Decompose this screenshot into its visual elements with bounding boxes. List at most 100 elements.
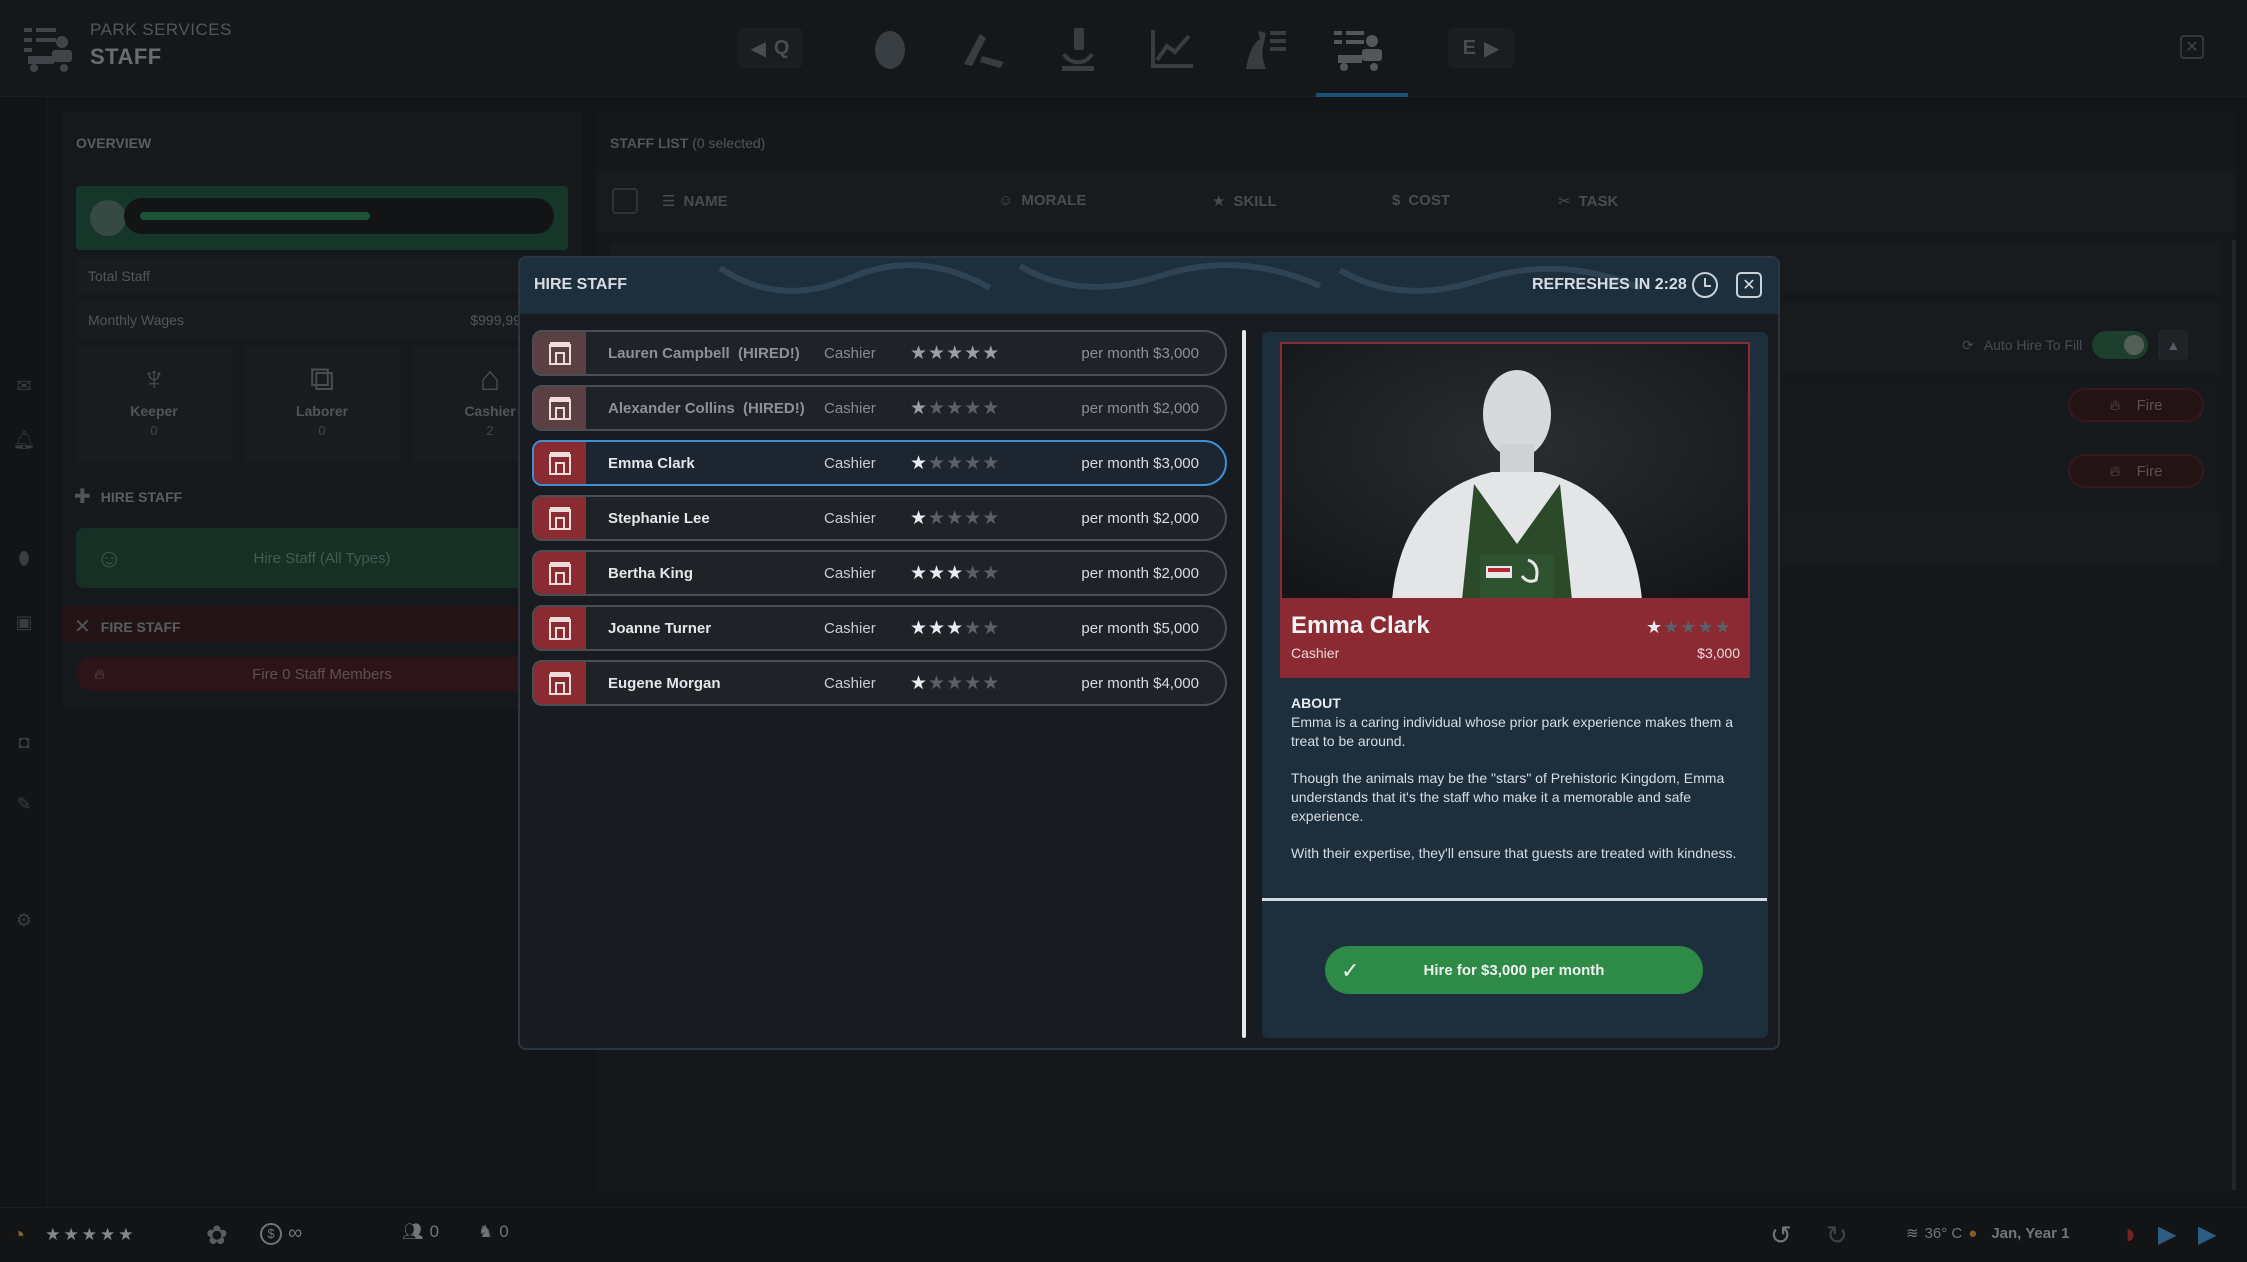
star-icon: ★ xyxy=(910,342,929,364)
candidate-name: Joanne Turner xyxy=(608,619,712,637)
about-section: ABOUT Emma is a caring individual whose … xyxy=(1291,694,1737,881)
candidate-role: Cashier xyxy=(824,344,876,362)
candidate-name: Alexander Collins (HIRED!) xyxy=(608,399,805,417)
candidate-role: Cashier xyxy=(824,619,876,637)
star-icon: ★ xyxy=(946,672,965,694)
star-icon: ★ xyxy=(928,452,947,474)
star-icon: ★ xyxy=(964,617,983,639)
candidate-role: Cashier xyxy=(824,564,876,582)
star-icon: ★ xyxy=(964,507,983,529)
star-icon: ★ xyxy=(946,617,965,639)
star-icon: ★ xyxy=(928,507,947,529)
star-icon: ★ xyxy=(910,397,929,419)
detail-divider xyxy=(1262,898,1767,901)
candidate-role: Cashier xyxy=(824,674,876,692)
cashier-icon xyxy=(534,607,586,649)
star-icon: ★ xyxy=(1714,617,1732,637)
candidate-skill-stars: ★★★★★ xyxy=(910,672,1074,695)
candidate-row[interactable]: Joanne Turner Cashier ★★★★★ per month $5,00… xyxy=(532,605,1227,651)
cashier-icon xyxy=(534,552,586,594)
candidate-name: Lauren Campbell (HIRED!) xyxy=(608,344,800,362)
cashier-icon xyxy=(534,442,586,484)
candidate-name: Emma Clark xyxy=(1291,612,1430,639)
candidate-skill-stars: ★★★★★ xyxy=(910,562,1074,585)
hire-button[interactable]: ✓ Hire for $3,000 per month xyxy=(1325,946,1703,994)
candidate-name: Eugene Morgan xyxy=(608,674,721,692)
refresh-timer: REFRESHES IN 2:28 xyxy=(1532,276,1687,293)
candidate-row[interactable]: Eugene Morgan Cashier ★★★★★ per month $4,00… xyxy=(532,660,1227,706)
candidate-price: per month $4,000 xyxy=(1081,674,1199,692)
candidate-price: per month $2,000 xyxy=(1081,564,1199,582)
star-icon: ★ xyxy=(982,507,1001,529)
star-icon: ★ xyxy=(910,452,929,474)
star-icon: ★ xyxy=(928,617,947,639)
star-icon: ★ xyxy=(964,562,983,584)
star-icon: ★ xyxy=(928,562,947,584)
star-icon: ★ xyxy=(946,342,965,364)
star-icon: ★ xyxy=(964,342,983,364)
candidate-role: Cashier xyxy=(824,454,876,472)
star-icon: ★ xyxy=(910,507,929,529)
clock-icon xyxy=(1692,272,1718,298)
star-icon: ★ xyxy=(910,672,929,694)
star-icon: ★ xyxy=(928,342,947,364)
candidate-row[interactable]: Alexander Collins (HIRED!) Cashier ★★★★★ pe… xyxy=(532,385,1227,431)
candidate-skill-stars: ★★★★★ xyxy=(910,617,1074,640)
candidate-name: Emma Clark xyxy=(608,454,695,472)
candidate-skill-stars: ★★★★★ xyxy=(910,397,1074,420)
candidate-role: Cashier xyxy=(824,399,876,417)
candidate-row[interactable]: Bertha King Cashier ★★★★★ per month $2,000 xyxy=(532,550,1227,596)
about-paragraph: Emma is a caring individual whose prior … xyxy=(1291,714,1733,749)
candidate-role: Cashier xyxy=(1291,645,1340,661)
candidate-role: Cashier xyxy=(824,509,876,527)
candidate-row[interactable]: Emma Clark Cashier ★★★★★ per month $3,000 xyxy=(532,440,1227,486)
candidate-row[interactable]: Stephanie Lee Cashier ★★★★★ per month $2,00… xyxy=(532,495,1227,541)
check-icon: ✓ xyxy=(1341,958,1360,983)
star-icon: ★ xyxy=(964,397,983,419)
candidate-skill-stars: ★★★★★ xyxy=(910,452,1074,475)
candidate-name: Stephanie Lee xyxy=(608,509,710,527)
candidate-skill-stars: ★★★★★ xyxy=(910,507,1074,530)
candidate-cost: $3,000 xyxy=(1697,645,1740,661)
star-icon: ★ xyxy=(946,452,965,474)
candidate-row[interactable]: Lauren Campbell (HIRED!) Cashier ★★★★★ per … xyxy=(532,330,1227,376)
candidate-portrait xyxy=(1280,342,1750,598)
star-icon: ★ xyxy=(982,617,1001,639)
star-icon: ★ xyxy=(982,342,1001,364)
list-divider-scrollbar[interactable] xyxy=(1242,330,1246,1038)
modal-title: HIRE STAFF xyxy=(534,276,628,293)
star-icon: ★ xyxy=(1663,617,1681,637)
about-heading: ABOUT xyxy=(1291,695,1341,711)
star-icon: ★ xyxy=(982,452,1001,474)
candidate-price: per month $3,000 xyxy=(1081,344,1199,362)
candidate-skill-stars: ★★★★★ xyxy=(910,342,1074,365)
star-icon: ★ xyxy=(982,397,1001,419)
cashier-icon xyxy=(534,662,586,704)
candidate-price: per month $5,000 xyxy=(1081,619,1199,637)
candidate-skill-stars: ★★★★★ xyxy=(1646,617,1732,638)
candidate-price: per month $3,000 xyxy=(1081,454,1199,472)
star-icon: ★ xyxy=(982,672,1001,694)
cashier-icon xyxy=(534,332,586,374)
star-icon: ★ xyxy=(910,617,929,639)
star-icon: ★ xyxy=(928,672,947,694)
cashier-icon xyxy=(534,387,586,429)
star-icon: ★ xyxy=(1680,617,1698,637)
candidate-name: Bertha King xyxy=(608,564,694,582)
star-icon: ★ xyxy=(1697,617,1715,637)
star-icon: ★ xyxy=(982,562,1001,584)
about-paragraph: With their expertise, they'll ensure tha… xyxy=(1291,845,1737,861)
star-icon: ★ xyxy=(1646,617,1664,637)
candidate-price: per month $2,000 xyxy=(1081,509,1199,527)
star-icon: ★ xyxy=(946,397,965,419)
modal-close-button[interactable]: ✕ xyxy=(1736,272,1762,298)
about-paragraph: Though the animals may be the "stars" of… xyxy=(1291,770,1725,824)
star-icon: ★ xyxy=(946,507,965,529)
star-icon: ★ xyxy=(964,452,983,474)
cashier-icon xyxy=(534,497,586,539)
star-icon: ★ xyxy=(964,672,983,694)
star-icon: ★ xyxy=(946,562,965,584)
candidate-price: per month $2,000 xyxy=(1081,399,1199,417)
star-icon: ★ xyxy=(910,562,929,584)
star-icon: ★ xyxy=(928,397,947,419)
